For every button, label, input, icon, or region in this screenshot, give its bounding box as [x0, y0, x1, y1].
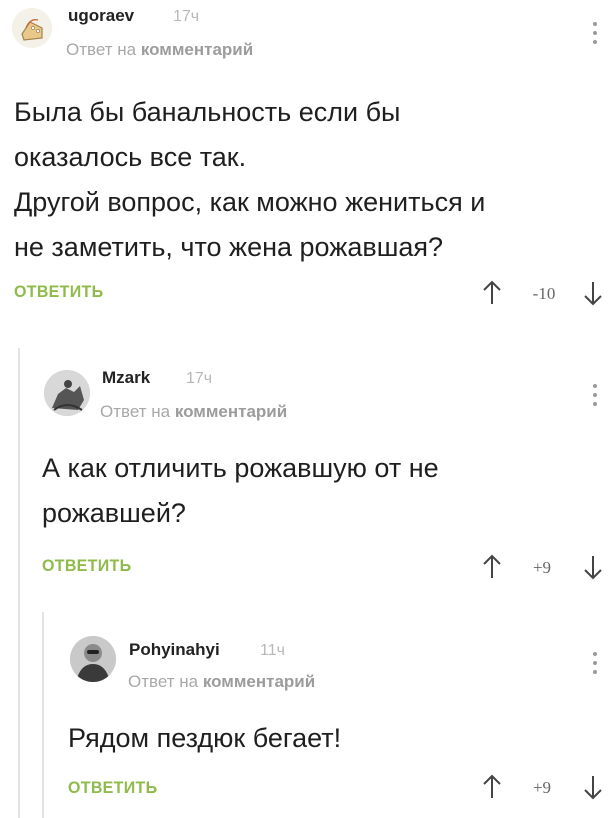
comment-line: А как отличить рожавшую от не: [42, 453, 439, 483]
avatar-image: [12, 8, 52, 48]
comment-line: рожавшей?: [42, 498, 186, 528]
reply-button[interactable]: ОТВЕТИТЬ: [42, 558, 131, 577]
timestamp: 17ч: [186, 370, 213, 387]
comment-body: А как отличить рожавшую от не рожавшей?: [42, 446, 439, 536]
reply-to-line[interactable]: Ответ на комментарий: [100, 402, 287, 422]
timestamp: 17ч: [173, 8, 200, 25]
reply-to-line[interactable]: Ответ на комментарий: [128, 672, 315, 692]
reply-to-prefix: Ответ на: [128, 672, 199, 691]
arrow-up-icon[interactable]: [481, 554, 503, 580]
comment-line: Была бы банальность если бы: [14, 97, 401, 127]
arrow-down-icon[interactable]: [582, 774, 604, 800]
arrow-down-icon[interactable]: [582, 554, 604, 580]
avatar[interactable]: [44, 370, 90, 416]
arrow-down-icon[interactable]: [582, 280, 604, 306]
rating-value: +9: [532, 558, 552, 577]
comment: ugoraev 17ч Ответ на комментарий Была бы…: [0, 0, 612, 330]
comment: Pohyinahyi 11ч Ответ на комментарий Рядо…: [0, 620, 612, 818]
reply-to-link[interactable]: комментарий: [141, 40, 253, 59]
reply-to-link[interactable]: комментарий: [203, 672, 315, 691]
reply-to-line[interactable]: Ответ на комментарий: [66, 40, 253, 60]
reply-button[interactable]: ОТВЕТИТЬ: [14, 284, 103, 303]
avatar-image: [44, 370, 90, 416]
comment-line: не заметить, что жена рожавшая?: [14, 232, 444, 262]
comment-line: Другой вопрос, как можно жениться и: [14, 187, 486, 217]
avatar-image: [70, 636, 116, 682]
rating-value: -10: [532, 284, 556, 303]
reply-button[interactable]: ОТВЕТИТЬ: [68, 780, 157, 799]
rating-value: +9: [532, 778, 552, 797]
username[interactable]: ugoraev: [68, 6, 134, 26]
comment-body: Была бы банальность если бы оказалось вс…: [14, 90, 485, 270]
comment-menu-icon[interactable]: [590, 652, 600, 680]
arrow-up-icon[interactable]: [481, 774, 503, 800]
username[interactable]: Pohyinahyi: [129, 640, 220, 660]
comment-body: Рядом пездюк бегает!: [68, 716, 341, 761]
timestamp: 11ч: [260, 642, 285, 659]
comment-menu-icon[interactable]: [590, 384, 600, 412]
comment-menu-icon[interactable]: [590, 22, 600, 50]
comment-line: Рядом пездюк бегает!: [68, 723, 342, 753]
reply-to-prefix: Ответ на: [66, 40, 137, 59]
reply-to-link[interactable]: комментарий: [175, 402, 287, 421]
avatar[interactable]: [70, 636, 116, 682]
arrow-up-icon[interactable]: [481, 280, 503, 306]
avatar[interactable]: [12, 8, 52, 48]
comment-line: оказалось все так.: [14, 142, 247, 172]
username[interactable]: Mzark: [102, 368, 150, 388]
reply-to-prefix: Ответ на: [100, 402, 171, 421]
comment: Mzark 17ч Ответ на комментарий А как отл…: [0, 350, 612, 600]
